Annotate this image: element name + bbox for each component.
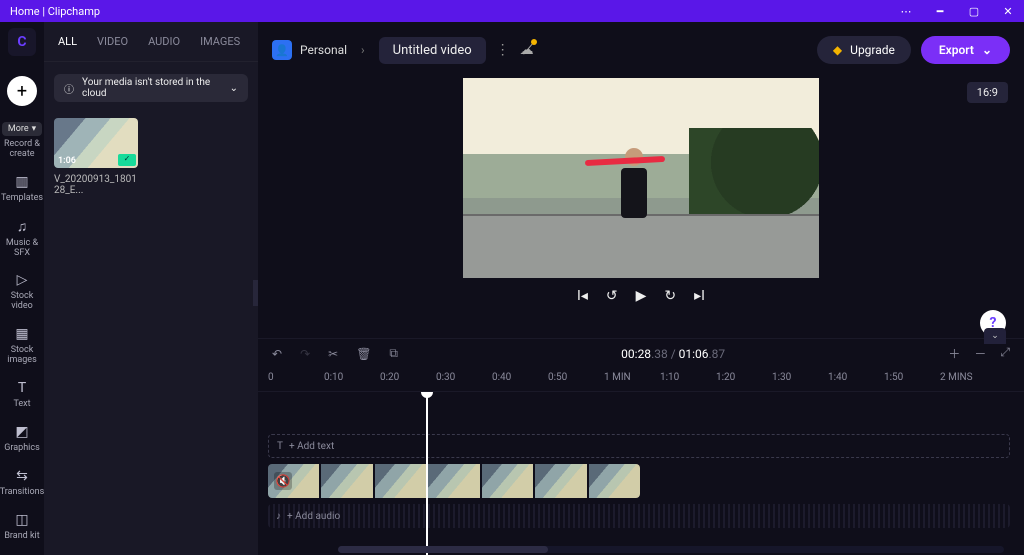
ruler-tick: 1:10 <box>660 372 679 383</box>
ruler-tick: 0:40 <box>492 372 511 383</box>
fit-timeline-button[interactable]: ⤢ <box>1000 345 1010 362</box>
rail-templates[interactable]: ▥ Templates <box>1 174 43 204</box>
step-forward-button[interactable]: ↻ <box>664 288 676 304</box>
duplicate-button[interactable]: ⧉ <box>389 346 398 361</box>
ruler-tick: 1 MIN <box>604 372 631 383</box>
rail-stock-video[interactable]: ▷ Stock video <box>0 272 44 312</box>
skip-end-button[interactable]: ▸I <box>694 288 705 304</box>
rail-music-sfx[interactable]: ♫ Music & SFX <box>0 218 44 259</box>
ruler-tick: 1:30 <box>772 372 791 383</box>
ruler-tick: 0:20 <box>380 372 399 383</box>
playhead[interactable] <box>426 392 428 555</box>
music-icon: ♫ <box>17 218 28 235</box>
timeline-scrollbar-thumb[interactable] <box>338 546 548 553</box>
workspace-name[interactable]: Personal <box>300 43 347 57</box>
split-button[interactable]: ✂ <box>328 347 338 361</box>
rail-brand-kit[interactable]: ◫ Brand kit <box>4 512 39 542</box>
timeline-tracks: T + Add text 🔇 ♪ + Add audio <box>258 392 1024 555</box>
transitions-icon: ⇆ <box>16 468 28 484</box>
preview-area: 16:9 I◂ ↺ ▶ ↻ ▸I ? <box>258 78 1024 338</box>
titlebar-more-icon[interactable]: ⋯ <box>900 5 912 18</box>
video-clip[interactable]: 🔇 <box>268 464 640 498</box>
add-text-track[interactable]: T + Add text <box>268 434 1010 458</box>
media-duration: 1:06 <box>58 156 76 166</box>
diamond-icon: ◆ <box>833 43 842 57</box>
add-audio-track[interactable]: ♪ + Add audio <box>268 504 1010 528</box>
skip-start-button[interactable]: I◂ <box>577 288 588 304</box>
export-button[interactable]: Export ⌄ <box>921 36 1010 64</box>
video-preview[interactable] <box>463 78 819 278</box>
upgrade-button[interactable]: ◆ Upgrade <box>817 36 911 64</box>
info-icon: ⓘ <box>64 81 74 96</box>
breadcrumb-chevron-icon: › <box>357 43 369 57</box>
rail-stock-images[interactable]: ▦ Stock images <box>0 326 44 366</box>
timeline-ruler[interactable]: 0 0:10 0:20 0:30 0:40 0:50 1 MIN 1:10 1:20 1:30 1:… <box>258 368 1024 392</box>
stock-video-icon: ▷ <box>17 272 28 288</box>
zoom-out-button[interactable]: － <box>974 345 986 362</box>
rail-text[interactable]: T Text <box>13 380 30 410</box>
timeline-scrollbar[interactable] <box>338 546 1004 553</box>
ruler-tick: 1:50 <box>884 372 903 383</box>
project-more-menu[interactable]: ⋮ <box>496 42 510 58</box>
chevron-down-icon: ⌄ <box>230 83 238 94</box>
redo-button[interactable]: ↷ <box>300 347 310 361</box>
media-panel: ALL VIDEO AUDIO IMAGES ⓘ Your media isn'… <box>44 22 258 555</box>
cloud-sync-off-icon[interactable]: ☁̸ <box>520 42 534 58</box>
time-display: 00:28.38 / 01:06.87 <box>621 347 725 361</box>
cloud-storage-notice[interactable]: ⓘ Your media isn't stored in the cloud ⌄ <box>54 74 248 102</box>
text-icon: T <box>18 380 26 396</box>
ruler-tick: 0:10 <box>324 372 343 383</box>
audio-track-icon: ♪ <box>276 511 281 522</box>
media-item[interactable]: 1:06 ✓ V_20200913_180128_E... <box>54 118 138 196</box>
rail-more-button[interactable]: More▾ <box>2 122 42 136</box>
window-maximize-icon[interactable]: ▢ <box>968 5 980 18</box>
window-titlebar: Home | Clipchamp ⋯ ━ ▢ ✕ <box>0 0 1024 22</box>
media-tab-all[interactable]: ALL <box>58 35 77 48</box>
rail-graphics[interactable]: ◩ Graphics <box>4 424 39 454</box>
templates-icon: ▥ <box>15 174 28 190</box>
step-back-button[interactable]: ↺ <box>606 288 618 304</box>
text-track-icon: T <box>277 441 283 452</box>
ruler-tick: 0:30 <box>436 372 455 383</box>
app-logo[interactable]: C <box>8 28 36 56</box>
sidebar-rail: C + More▾ Record & create ▥ Templates ♫ … <box>0 22 44 555</box>
ruler-tick: 1:40 <box>828 372 847 383</box>
delete-button[interactable]: 🗑 <box>356 347 371 361</box>
ruler-tick: 0 <box>268 372 274 383</box>
window-close-icon[interactable]: ✕ <box>1002 5 1014 18</box>
brand-kit-icon: ◫ <box>15 512 28 528</box>
clip-mute-icon[interactable]: 🔇 <box>274 472 292 490</box>
timeline-expand-toggle[interactable]: ⌄ <box>984 328 1006 344</box>
stock-images-icon: ▦ <box>15 326 28 342</box>
graphics-icon: ◩ <box>15 424 28 440</box>
ruler-tick: 0:50 <box>548 372 567 383</box>
play-button[interactable]: ▶ <box>636 288 647 304</box>
project-topbar: 👤 Personal › Untitled video ⋮ ☁̸ ◆ Upgra… <box>258 22 1024 78</box>
rail-record-create[interactable]: Record & create <box>0 140 44 160</box>
media-added-check-icon: ✓ <box>118 154 136 166</box>
rail-transitions[interactable]: ⇆ Transitions <box>0 468 44 498</box>
add-media-button[interactable]: + <box>7 76 37 106</box>
undo-button[interactable]: ↶ <box>272 347 282 361</box>
ruler-tick: 1:20 <box>716 372 735 383</box>
zoom-in-button[interactable]: ＋ <box>948 345 960 362</box>
ruler-tick: 2 MINS <box>940 372 973 383</box>
timeline-toolbar: ↶ ↷ ✂ 🗑 ⧉ 00:28.38 / 01:06.87 ＋ － ⤢ <box>258 338 1024 368</box>
media-filename: V_20200913_180128_E... <box>54 174 138 196</box>
window-title: Home | Clipchamp <box>10 5 100 18</box>
media-tab-audio[interactable]: AUDIO <box>148 35 180 48</box>
media-tab-images[interactable]: IMAGES <box>200 35 240 48</box>
project-title[interactable]: Untitled video <box>379 37 486 64</box>
aspect-ratio-chip[interactable]: 16:9 <box>967 82 1008 103</box>
media-tab-video[interactable]: VIDEO <box>97 35 128 48</box>
workspace-avatar[interactable]: 👤 <box>272 40 292 60</box>
chevron-down-icon: ⌄ <box>982 43 992 57</box>
window-minimize-icon[interactable]: ━ <box>934 5 946 18</box>
